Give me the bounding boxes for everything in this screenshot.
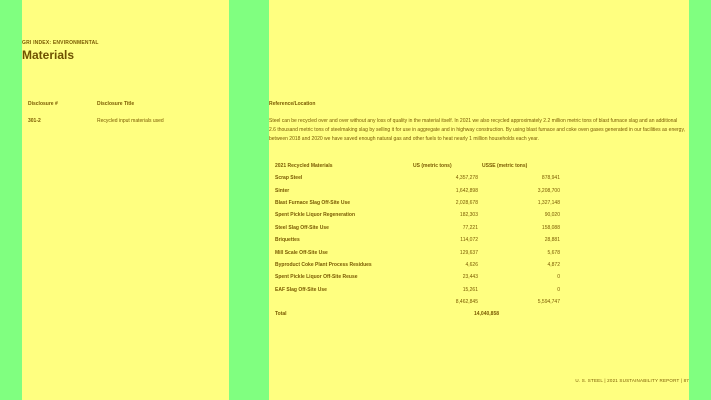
table-row: Mill Scale Off-Site Use 129,637 5,678 [273, 246, 562, 258]
us-value: 114,072 [460, 237, 478, 244]
material-name: Steel Slag Off-Site Use [275, 224, 329, 231]
usse-value: 28,881 [544, 237, 560, 244]
table-row: Sinter 1,642,898 3,208,700 [273, 184, 562, 196]
us-value: 4,357,278 [455, 175, 478, 182]
material-name: Byproduct Coke Plant Process Residues [275, 261, 372, 268]
material-name: Spent Pickle Liquor Off-Site Reuse [275, 274, 358, 281]
subtotal-row: 8,462,845 5,594,747 [273, 296, 562, 308]
usse-value: 3,208,700 [537, 187, 560, 194]
material-name: Mill Scale Off-Site Use [275, 249, 328, 256]
table-row: Blast Furnace Slag Off-Site Use 2,028,678… [273, 197, 562, 209]
usse-value: 90,020 [544, 212, 560, 219]
us-subtotal: 8,462,845 [455, 299, 478, 306]
table-header-row: 2021 Recycled Materials US (metric tons)… [273, 160, 562, 172]
disclosure-title-header: Disclosure Title [97, 101, 135, 107]
materials-column-header: 2021 Recycled Materials [275, 163, 333, 169]
usse-value: 4,872 [547, 261, 560, 268]
material-name: Sinter [275, 187, 290, 194]
reference-location-header: Reference/Location [269, 101, 316, 107]
usse-value: 1,327,148 [537, 199, 560, 206]
table-row: Scrap Steel 4,357,278 878,941 [273, 172, 562, 184]
usse-column-header: USSE (metric tons) [482, 163, 528, 169]
total-label: Total [275, 311, 287, 318]
recycled-materials-table: 2021 Recycled Materials US (metric tons)… [273, 160, 562, 321]
us-column-header: US (metric tons) [413, 163, 452, 169]
material-name: Briquettes [275, 237, 300, 244]
table-row: EAF Slag Off-Site Use 15,261 0 [273, 284, 562, 296]
us-value: 182,303 [459, 212, 478, 219]
us-value: 77,221 [462, 224, 478, 231]
us-value: 2,028,678 [455, 199, 478, 206]
us-value: 1,642,898 [455, 187, 478, 194]
table-row: Spent Pickle Liquor Regeneration 182,303 9… [273, 209, 562, 221]
disclosure-number-header: Disclosure # [28, 101, 58, 107]
material-name: Blast Furnace Slag Off-Site Use [275, 199, 351, 206]
material-name: Scrap Steel [275, 175, 303, 182]
page-title: Materials [22, 48, 75, 62]
material-name: EAF Slag Off-Site Use [275, 286, 327, 293]
total-row: Total 14,040,858 [273, 308, 562, 320]
disclosure-description: Steel can be recycled over and over with… [269, 118, 685, 142]
usse-value: 158,088 [541, 224, 560, 231]
usse-value: 0 [557, 274, 560, 281]
us-value: 15,261 [462, 286, 478, 293]
table-row: Steel Slag Off-Site Use 77,221 158,088 [273, 222, 562, 234]
disclosure-title: Recycled input materials used [97, 118, 164, 124]
us-value: 23,443 [462, 274, 478, 281]
usse-value: 878,941 [541, 175, 560, 182]
section-eyebrow: GRI INDEX: ENVIRONMENTAL [22, 40, 99, 46]
total-value: 14,040,858 [473, 311, 500, 318]
table-row: Briquettes 114,072 28,881 [273, 234, 562, 246]
usse-subtotal: 5,594,747 [537, 299, 560, 306]
us-value: 4,626 [465, 261, 478, 268]
us-value: 129,637 [459, 249, 478, 256]
table-row: Spent Pickle Liquor Off-Site Reuse 23,443… [273, 271, 562, 283]
disclosure-number: 301-2 [28, 118, 41, 124]
usse-value: 5,678 [547, 249, 560, 256]
usse-value: 0 [557, 286, 560, 293]
table-row: Byproduct Coke Plant Process Residues 4,6… [273, 259, 562, 271]
page-footer: U. S. STEEL | 2021 SUSTAINABILITY REPORT… [575, 378, 689, 383]
material-name: Spent Pickle Liquor Regeneration [275, 212, 356, 219]
